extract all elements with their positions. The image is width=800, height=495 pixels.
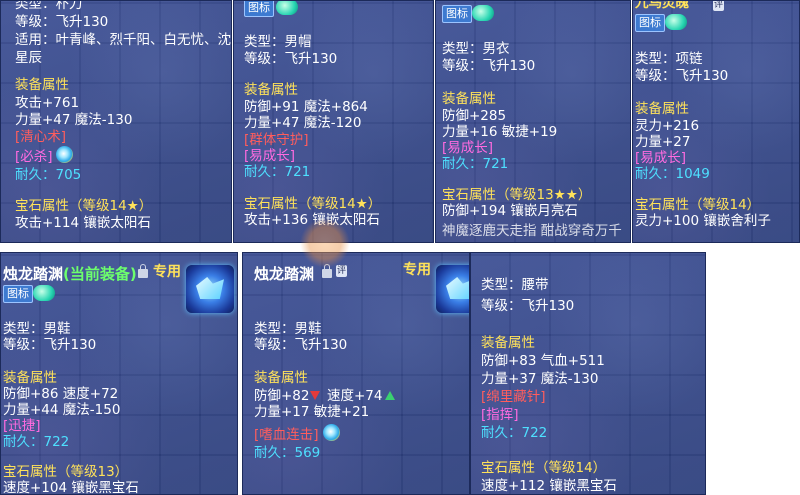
attr-line-1: 防御+83 气血+511 xyxy=(481,353,605,369)
tooltip-panel-armor: 图标 类型：男衣 等级：飞升130 装备属性 防御+285 力量+16 敏捷+1… xyxy=(435,0,631,243)
attr-line-2: 力量+27 xyxy=(635,134,691,150)
item-type: 类型：男帽 xyxy=(244,34,312,50)
attr-line-1a: 防御+82 xyxy=(254,388,310,404)
attr-line-1: 防御+91 魔法+864 xyxy=(244,99,368,115)
durability: 耐久：1049 xyxy=(635,166,710,182)
attr-header: 装备属性 xyxy=(244,82,298,98)
toggle-icon[interactable] xyxy=(276,1,298,15)
durability: 耐久：722 xyxy=(481,425,548,441)
icon-badge[interactable]: 图标 xyxy=(635,14,665,32)
item-level: 等级：飞升130 xyxy=(635,68,729,84)
gem-attr: 速度+112 镶嵌黑宝石 xyxy=(481,478,617,494)
equipped-label: (当前装备) xyxy=(63,265,137,283)
attr-line-1: 灵力+216 xyxy=(635,118,700,134)
arrow-up-icon xyxy=(385,391,395,400)
attr-line-2: 力量+16 敏捷+19 xyxy=(442,124,558,140)
icon-badge[interactable]: 图标 xyxy=(442,5,472,23)
attr-line-2: 力量+47 魔法-120 xyxy=(244,115,362,131)
item-applicable-cont: 星辰 xyxy=(15,50,42,66)
rating-badge[interactable]: 评 xyxy=(336,265,348,277)
durability: 耐久：569 xyxy=(254,445,321,461)
skill-label: [绵里藏针] xyxy=(481,389,546,405)
shoe-icon xyxy=(186,265,234,313)
swirl-icon xyxy=(56,146,73,163)
skill-label: [嗜血连击] xyxy=(254,427,319,443)
shoe-icon xyxy=(436,265,469,313)
toggle-icon[interactable] xyxy=(33,285,55,301)
attr-line-2: 力量+37 魔法-130 xyxy=(481,371,599,387)
exclusive-label: 专用 xyxy=(403,262,431,278)
arrow-down-icon xyxy=(310,391,320,400)
rating-badge[interactable]: 评 xyxy=(713,1,725,11)
swirl-icon xyxy=(323,424,340,441)
item-type: 类型：朴刀 xyxy=(15,0,83,12)
gem-header: 宝石属性（等级14） xyxy=(481,460,607,476)
special-label: [易成长] xyxy=(635,150,687,166)
durability: 耐久：721 xyxy=(442,156,509,172)
attr-header: 装备属性 xyxy=(3,370,57,386)
gem-attr: 灵力+100 镶嵌舍利子 xyxy=(635,213,771,229)
attr-line-2: 力量+44 魔法-150 xyxy=(3,402,121,418)
durability: 耐久：722 xyxy=(3,434,70,450)
attr-line-1: 攻击+761 xyxy=(15,95,80,111)
item-type: 类型：男鞋 xyxy=(3,321,71,337)
gem-header: 宝石属性（等级13★★） xyxy=(442,187,592,203)
special-label: [必杀] xyxy=(15,149,53,165)
special-label: [易成长] xyxy=(244,148,296,164)
attr-header: 装备属性 xyxy=(635,101,689,117)
attr-header: 装备属性 xyxy=(15,77,69,93)
item-level: 等级：飞升130 xyxy=(3,337,97,353)
attr-line-1b: 速度+74 xyxy=(327,388,383,404)
attr-header: 装备属性 xyxy=(442,91,496,107)
attr-line-2: 力量+47 魔法-130 xyxy=(15,112,133,128)
item-level: 等级：飞升130 xyxy=(244,51,338,67)
exclusive-label: 专用 xyxy=(153,264,181,280)
item-level: 等级：飞升130 xyxy=(254,337,348,353)
tooltip-panel-shoes-compare: 烛龙踏渊 评 专用 类型：男鞋 等级：飞升130 装备属性 防御+82 速度+7… xyxy=(242,252,470,495)
item-title: 烛龙踏渊(当前装备) xyxy=(3,265,137,283)
item-type: 类型：男衣 xyxy=(442,41,510,57)
attr-line-2: 力量+17 敏捷+21 xyxy=(254,404,370,420)
gem-attr: 防御+194 镶嵌月亮石 xyxy=(442,203,578,219)
gem-header: 宝石属性（等级13） xyxy=(3,464,129,480)
item-level: 等级：飞升130 xyxy=(481,298,575,314)
durability: 耐久：721 xyxy=(244,164,311,180)
special-label: [迅捷] xyxy=(3,418,41,434)
background-glow xyxy=(300,218,350,268)
toggle-icon[interactable] xyxy=(665,14,687,30)
icon-badge[interactable]: 图标 xyxy=(3,285,33,303)
tooltip-panel-necklace: 九鸟灵魄 评 图标 类型：项链 等级：飞升130 装备属性 灵力+216 力量+… xyxy=(632,0,800,243)
gem-header: 宝石属性（等级14） xyxy=(635,197,761,213)
item-type: 类型：男鞋 xyxy=(254,321,322,337)
tooltip-panel-belt: 类型：腰带 等级：飞升130 装备属性 防御+83 气血+511 力量+37 魔… xyxy=(470,252,706,495)
tooltip-panel-shoes-equipped: 烛龙踏渊(当前装备) 专用 图标 类型：男鞋 等级：飞升130 装备属性 防御+… xyxy=(0,252,238,495)
attr-header: 装备属性 xyxy=(481,335,535,351)
item-level: 等级：飞升130 xyxy=(15,14,109,30)
item-title: 烛龙踏渊 xyxy=(254,265,315,283)
special-label: [易成长] xyxy=(442,140,494,156)
attr-line-1: 防御+285 xyxy=(442,108,507,124)
item-title: 九鸟灵魄 xyxy=(635,0,689,11)
tooltip-panel-hat: 图标 类型：男帽 等级：飞升130 装备属性 防御+91 魔法+864 力量+4… xyxy=(233,0,434,243)
toggle-icon[interactable] xyxy=(472,5,494,21)
skill-label: [群体守护] xyxy=(244,132,309,148)
item-level: 等级：飞升130 xyxy=(442,58,536,74)
attr-header: 装备属性 xyxy=(254,370,308,386)
lock-icon[interactable] xyxy=(322,264,332,278)
cut-off-text: 神魔逐鹿天走指 酣战穿奇万千 xyxy=(442,223,622,239)
durability: 耐久：705 xyxy=(15,167,82,183)
gem-header: 宝石属性（等级14★） xyxy=(15,198,153,214)
tooltip-panel-weapon: 类型：朴刀 等级：飞升130 适用：叶青峰、烈千阳、白无忧、沈 星辰 装备属性 … xyxy=(0,0,232,243)
gem-attr: 速度+104 镶嵌黑宝石 xyxy=(3,480,139,495)
gem-header: 宝石属性（等级14★） xyxy=(244,196,382,212)
gem-attr: 攻击+114 镶嵌太阳石 xyxy=(15,215,151,231)
lock-icon[interactable] xyxy=(138,264,148,278)
icon-badge[interactable]: 图标 xyxy=(244,1,274,17)
item-applicable: 适用：叶青峰、烈千阳、白无忧、沈 xyxy=(15,32,231,48)
item-type: 类型：项链 xyxy=(635,51,703,67)
item-type: 类型：腰带 xyxy=(481,277,549,293)
special-label: [指挥] xyxy=(481,407,519,423)
skill-label: [清心术] xyxy=(15,129,67,145)
attr-line-1: 防御+86 速度+72 xyxy=(3,386,119,402)
